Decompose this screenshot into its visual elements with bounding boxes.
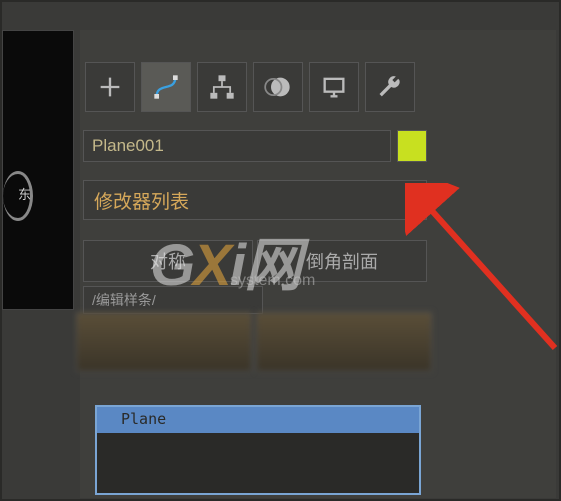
modifier-dropdown-label: 修改器列表 [94,187,189,214]
motion-tab[interactable] [253,62,303,112]
hierarchy-icon [208,73,236,101]
viewcube-label: 东 [18,184,31,203]
edit-spline-preset[interactable]: /编辑样条/ [83,286,263,314]
chamfer-profile-button[interactable]: 倒角剖面 [257,240,427,282]
viewport-panel [2,30,74,310]
utilities-tab[interactable] [365,62,415,112]
stack-item-plane[interactable]: Plane [97,407,419,433]
command-tabs [85,62,415,112]
object-name-input[interactable] [83,130,391,162]
create-tab[interactable] [85,62,135,112]
wrench-icon [376,73,404,101]
modifier-button-row: 对称 倒角剖面 [83,240,427,282]
object-color-swatch[interactable] [397,130,427,162]
symmetry-button[interactable]: 对称 [83,240,253,282]
chevron-down-icon: ▼ [406,195,416,206]
bezier-icon [152,73,180,101]
hierarchy-tab[interactable] [197,62,247,112]
obscured-button-2[interactable] [256,312,432,372]
modify-tab[interactable] [141,62,191,112]
display-tab[interactable] [309,62,359,112]
monitor-icon [320,73,348,101]
circle-icon [264,73,292,101]
modifier-list-dropdown[interactable]: 修改器列表 ▼ [83,180,427,220]
obscured-button-1[interactable] [76,312,252,372]
plus-icon [96,73,124,101]
modifier-stack[interactable]: Plane [95,405,421,495]
